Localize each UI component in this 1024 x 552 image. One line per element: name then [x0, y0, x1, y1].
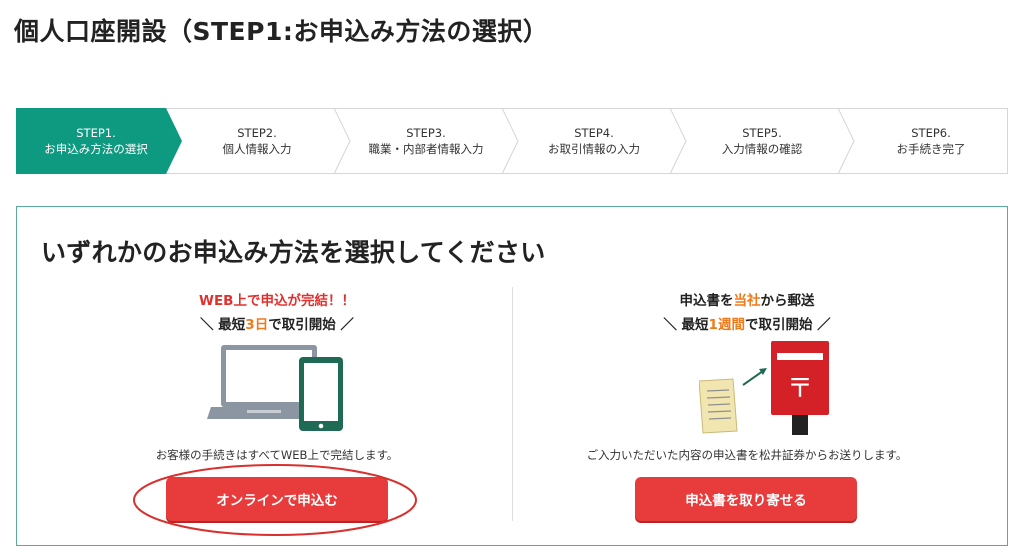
step-1-label: お申込み方法の選択 — [44, 142, 148, 156]
step-3: STEP3. 職業・内部者情報入力 — [350, 108, 502, 174]
column-divider — [512, 287, 513, 521]
annotation-ellipse-icon — [133, 464, 417, 536]
step-6-label: お手続き完了 — [896, 142, 966, 156]
mail-headline: 申込書を当社から郵送 — [527, 289, 967, 309]
online-subline: ＼ 最短3日で取引開始 ／ — [57, 313, 497, 333]
page-title: 個人口座開設（STEP1:お申込み方法の選択） — [14, 17, 549, 46]
svg-text:〒: 〒 — [787, 374, 813, 404]
step-1-number: STEP1. — [76, 126, 116, 140]
document-icon — [699, 378, 738, 434]
step-4-label: お取引情報の入力 — [548, 142, 640, 156]
step-6-number: STEP6. — [911, 126, 951, 140]
online-sub-highlight: 3日 — [245, 317, 269, 333]
panel-heading: いずれかのお申込み方法を選択してください — [41, 238, 546, 267]
mail-description: ご入力いただいた内容の申込書を松井証券からお送りします。 — [586, 448, 908, 462]
step-3-label: 職業・内部者情報入力 — [368, 142, 484, 156]
step-5-label: 入力情報の確認 — [721, 142, 803, 156]
online-headline: WEB上で申込が完結！！ — [199, 293, 355, 309]
mail-headline-highlight: 当社 — [733, 293, 761, 309]
step-2-number: STEP2. — [237, 126, 277, 140]
postbox-icon: 〒 — [771, 341, 829, 435]
online-sub-suffix: で取引開始 ／ — [268, 317, 354, 333]
step-6: STEP6. お手続き完了 — [854, 108, 1008, 174]
laptop-and-tablet-icon — [207, 345, 343, 431]
mail-sub-highlight: 1週間 — [708, 317, 745, 333]
step-2-label: 個人情報入力 — [222, 142, 292, 156]
request-form-button[interactable]: 申込書を取り寄せる — [635, 477, 857, 521]
online-sub-prefix: ＼ 最短 — [200, 317, 246, 333]
step-2: STEP2. 個人情報入力 — [182, 108, 332, 174]
step-5-number: STEP5. — [742, 126, 782, 140]
step-5: STEP5. 入力情報の確認 — [686, 108, 838, 174]
mail-headline-prefix: 申込書を — [679, 293, 734, 309]
mail-headline-suffix: から郵送 — [760, 293, 815, 309]
progress-stepper: STEP1. お申込み方法の選択 STEP2. 個人情報入力 STEP3. 職業… — [16, 108, 1008, 174]
mail-sub-prefix: ＼ 最短 — [663, 317, 709, 333]
step-3-number: STEP3. — [406, 126, 446, 140]
mail-sub-suffix: で取引開始 ／ — [744, 317, 831, 333]
step-4: STEP4. お取引情報の入力 — [518, 108, 670, 174]
mail-subline: ＼ 最短1週間で取引開始 ／ — [527, 313, 967, 333]
step-1: STEP1. お申込み方法の選択 — [16, 108, 176, 174]
arrow-icon — [742, 368, 767, 386]
postbox-and-letter-icon: 〒 — [699, 341, 829, 435]
step-4-number: STEP4. — [574, 126, 614, 140]
